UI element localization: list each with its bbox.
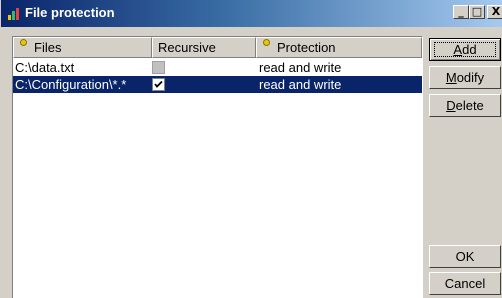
column-header-protection[interactable]: Protection bbox=[256, 37, 422, 58]
list-row[interactable]: C:\data.txt read and write bbox=[13, 59, 422, 76]
sort-marker-icon bbox=[20, 39, 27, 46]
sort-marker-icon bbox=[263, 39, 270, 46]
delete-button[interactable]: Delete bbox=[429, 94, 501, 117]
column-header-recursive[interactable]: Recursive bbox=[152, 37, 256, 58]
file-protection-window: File protection _ □ X Files Recursive Pr… bbox=[0, 0, 502, 298]
modify-button[interactable]: Modify bbox=[429, 66, 501, 89]
file-path-cell: C:\data.txt bbox=[15, 60, 75, 75]
recursive-checkbox bbox=[152, 61, 165, 74]
protection-cell: read and write bbox=[259, 77, 342, 92]
list-header: Files Recursive Protection bbox=[13, 37, 422, 58]
checkmark-icon bbox=[154, 80, 163, 88]
protection-cell: read and write bbox=[259, 60, 342, 75]
close-icon: X bbox=[491, 5, 501, 18]
list-row-selected[interactable]: C:\Configuration\*.* read and write bbox=[13, 76, 422, 93]
cancel-button[interactable]: Cancel bbox=[429, 272, 501, 295]
close-button[interactable]: X bbox=[487, 5, 502, 19]
focus-rect bbox=[434, 42, 496, 57]
minimize-icon: _ bbox=[458, 5, 464, 18]
maximize-button[interactable]: □ bbox=[469, 5, 485, 19]
maximize-icon: □ bbox=[471, 5, 483, 18]
window-title: File protection bbox=[25, 5, 115, 20]
title-bar[interactable]: File protection _ □ X bbox=[1, 0, 502, 27]
ok-button[interactable]: OK bbox=[429, 245, 501, 268]
app-icon bbox=[8, 8, 19, 20]
file-path-cell: C:\Configuration\*.* bbox=[13, 76, 151, 93]
add-button[interactable]: Add bbox=[429, 38, 501, 61]
minimize-button[interactable]: _ bbox=[453, 5, 469, 19]
protection-list[interactable]: Files Recursive Protection C:\data.txt r… bbox=[12, 36, 423, 298]
recursive-checkbox[interactable] bbox=[152, 78, 165, 91]
column-header-files[interactable]: Files bbox=[13, 37, 152, 58]
